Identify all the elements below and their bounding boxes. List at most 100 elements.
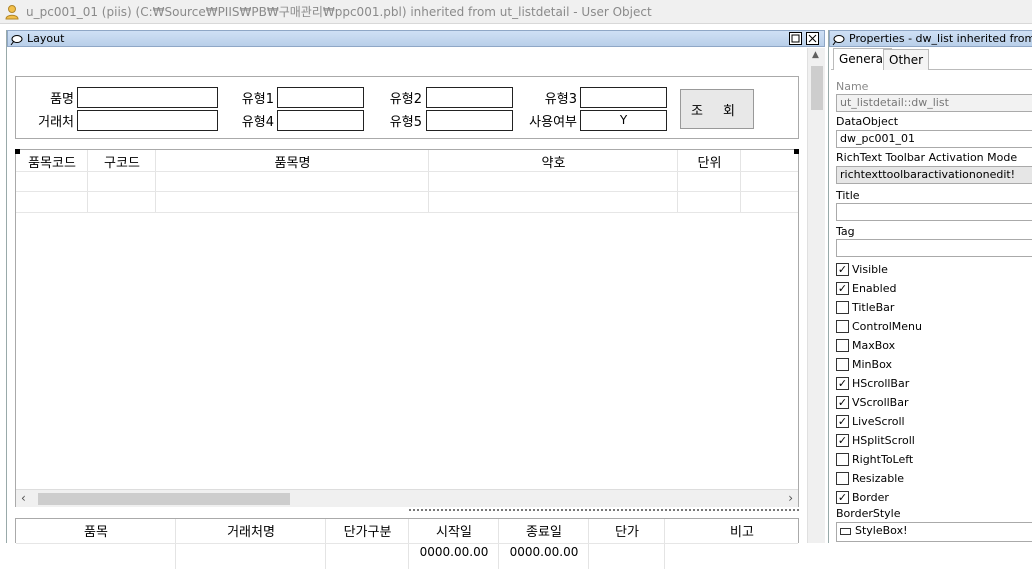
scroll-up-icon[interactable]: ▲: [812, 50, 819, 60]
borderstyle-label: BorderStyle: [836, 507, 901, 520]
grid-header-cell: 단위: [697, 156, 722, 171]
grid-row-line: [16, 212, 798, 213]
checkbox-label: Visible: [852, 262, 888, 276]
checkbox-enabled[interactable]: ✓ Enabled: [836, 280, 896, 296]
use-yn-label: 사용여부: [529, 115, 577, 130]
vertical-scrollbar[interactable]: ▲: [807, 48, 825, 543]
layout-canvas: 품명 거래처 유형1 유형4 유형2 유형5 유형3 사용여부 Y 조 회 품목…: [7, 48, 807, 569]
checkbox-livescroll[interactable]: ✓ LiveScroll: [836, 413, 905, 429]
borderstyle-dropdown[interactable]: StyleBox!: [836, 522, 1032, 542]
checkbox-empty-icon[interactable]: [836, 452, 849, 466]
checkbox-maxbox[interactable]: MaxBox: [836, 337, 895, 353]
close-icon[interactable]: [806, 32, 819, 45]
horizontal-scrollbar[interactable]: ‹ ›: [16, 489, 798, 507]
layout-panel-header: Layout: [7, 30, 825, 47]
grid-header-cell: 품목명: [274, 156, 311, 171]
detail-header-cell: 시작일: [436, 525, 472, 540]
type5-label: 유형5: [389, 115, 422, 130]
type1-input[interactable]: [277, 87, 364, 108]
pin-icon[interactable]: [832, 32, 846, 46]
detail-column: 시작일 0000.00.00: [409, 519, 499, 569]
properties-panel-header: Properties - dw_list inherited from dw: [829, 30, 1032, 47]
grid-column: 단위: [678, 150, 741, 212]
scroll-thumb[interactable]: [38, 493, 290, 505]
detail-column: 단가: [589, 519, 665, 569]
layout-panel: Layout 품명 거래처 유형1 유형4 유형2 유형5 유형3 사용여부 Y: [6, 30, 825, 569]
layout-panel-title: Layout: [27, 32, 65, 45]
use-yn-input[interactable]: Y: [580, 110, 667, 131]
checkbox-label: Resizable: [852, 471, 905, 485]
checkbox-empty-icon[interactable]: [836, 319, 849, 333]
checkmark-icon[interactable]: ✓: [836, 414, 849, 428]
checkbox-controlmenu[interactable]: ControlMenu: [836, 318, 922, 334]
detail-column: 비고: [665, 519, 798, 569]
checkbox-empty-icon[interactable]: [836, 300, 849, 314]
grid-row-line: [16, 543, 798, 544]
checkbox-righttoleft[interactable]: RightToLeft: [836, 451, 913, 467]
title-field[interactable]: [836, 203, 1032, 221]
checkbox-empty-icon[interactable]: [836, 338, 849, 352]
restore-icon[interactable]: [789, 32, 802, 45]
type4-input[interactable]: [277, 110, 364, 131]
checkmark-icon[interactable]: ✓: [836, 262, 849, 276]
checkbox-hscrollbar[interactable]: ✓ HScrollBar: [836, 375, 909, 391]
checkbox-label: LiveScroll: [852, 414, 905, 428]
checkmark-icon[interactable]: ✓: [836, 433, 849, 447]
type3-input[interactable]: [580, 87, 667, 108]
checkmark-icon[interactable]: ✓: [836, 395, 849, 409]
checkbox-hsplitscroll[interactable]: ✓ HSplitScroll: [836, 432, 915, 448]
grid-row-line: [16, 191, 798, 192]
type5-input[interactable]: [426, 110, 513, 131]
checkbox-label: Enabled: [852, 281, 897, 295]
checkbox-titlebar[interactable]: TitleBar: [836, 299, 894, 315]
dataobject-label: DataObject: [836, 115, 899, 128]
dataobject-field[interactable]: dw_pc001_01: [836, 130, 1032, 148]
detail-datawindow[interactable]: 품목 거래처명 단가구분 시작일 0000.00.00 종료일 0000.00.…: [15, 518, 799, 569]
checkbox-empty-icon[interactable]: [836, 471, 849, 485]
checkbox-label: RightToLeft: [852, 452, 914, 466]
checkbox-minbox[interactable]: MinBox: [836, 356, 892, 372]
tag-field[interactable]: [836, 239, 1032, 257]
name-field[interactable]: ut_listdetail::dw_list: [836, 94, 1032, 112]
search-button[interactable]: 조 회: [680, 89, 754, 129]
properties-panel-title: Properties - dw_list inherited from dw: [849, 32, 1032, 45]
search-condition-area: 품명 거래처 유형1 유형4 유형2 유형5 유형3 사용여부 Y 조 회: [15, 76, 799, 139]
tab-other[interactable]: Other: [883, 49, 930, 70]
scroll-right-icon[interactable]: ›: [788, 491, 793, 505]
checkmark-icon[interactable]: ✓: [836, 281, 849, 295]
checkbox-empty-icon[interactable]: [836, 357, 849, 371]
checkbox-border[interactable]: ✓ Border: [836, 489, 889, 505]
type4-label: 유형4: [241, 115, 274, 130]
vendor-input[interactable]: [77, 110, 218, 131]
start-date-value: 0000.00.00: [419, 545, 489, 559]
checkbox-label: VScrollBar: [852, 395, 909, 409]
checkbox-resizable[interactable]: Resizable: [836, 470, 904, 486]
title-label: Title: [836, 189, 860, 202]
borderstyle-value: StyleBox!: [855, 524, 908, 537]
checkmark-icon[interactable]: ✓: [836, 490, 849, 504]
item-name-input[interactable]: [77, 87, 218, 108]
detail-column: 거래처명: [176, 519, 326, 569]
grid-header-cell: 구코드: [104, 156, 140, 171]
type1-label: 유형1: [241, 92, 274, 107]
grid-column: 구코드: [88, 150, 156, 212]
type2-input[interactable]: [426, 87, 513, 108]
type2-label: 유형2: [389, 92, 422, 107]
list-datawindow[interactable]: 품목코드 구코드 품목명 약호 단위 ‹ ›: [15, 149, 799, 507]
split-divider[interactable]: [409, 509, 799, 513]
scroll-left-icon[interactable]: ‹: [21, 491, 26, 505]
pin-icon[interactable]: [10, 32, 24, 46]
item-name-label: 품명: [50, 92, 74, 107]
selection-handle[interactable]: [794, 149, 799, 154]
grid-column: 품목코드: [16, 150, 88, 212]
checkmark-icon[interactable]: ✓: [836, 376, 849, 390]
scroll-thumb[interactable]: [811, 66, 823, 110]
detail-column: 단가구분: [326, 519, 409, 569]
richtext-dropdown[interactable]: richtexttoolbaractivationonedit!: [836, 166, 1032, 184]
properties-panel: Properties - dw_list inherited from dw G…: [828, 30, 1032, 543]
richtext-label: RichText Toolbar Activation Mode: [836, 151, 1018, 164]
detail-column: 품목: [16, 519, 176, 569]
checkbox-vscrollbar[interactable]: ✓ VScrollBar: [836, 394, 909, 410]
checkbox-visible[interactable]: ✓ Visible: [836, 261, 888, 277]
window-titlebar: u_pc001_01 (piis) (C:₩Source₩PIIS₩PB₩구매관…: [0, 0, 1032, 24]
